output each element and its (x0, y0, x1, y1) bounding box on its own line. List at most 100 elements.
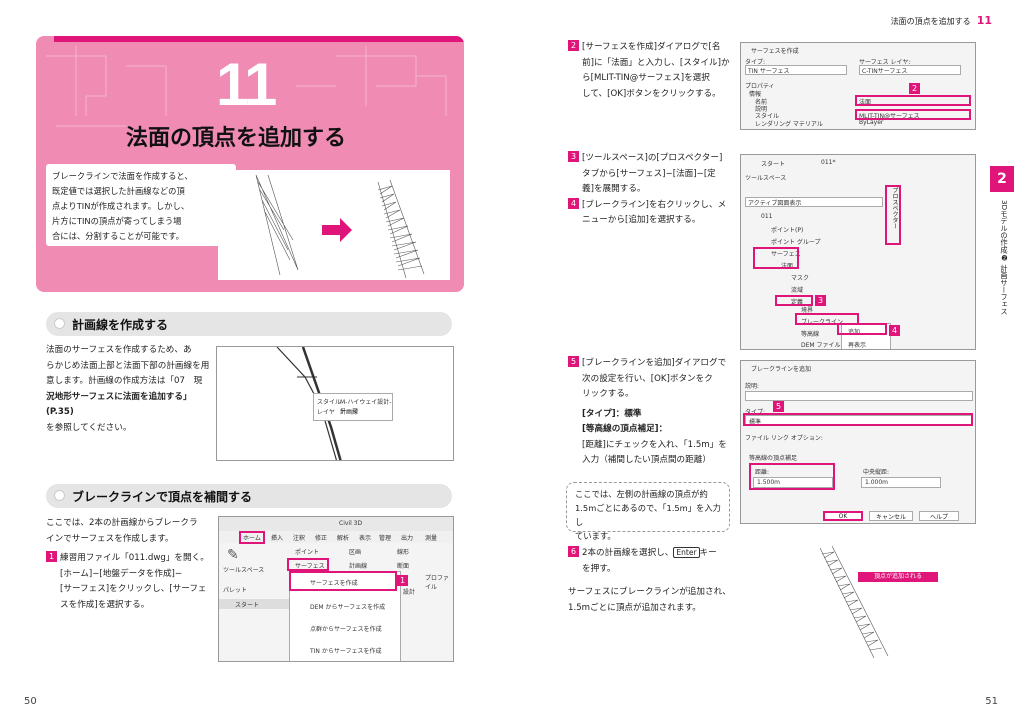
design-button[interactable]: 設計 (403, 587, 415, 596)
render-label: レンダリング マテリアル (755, 121, 823, 128)
tab-annotate[interactable]: 注釈 (293, 533, 305, 542)
point-button[interactable]: ポイント (295, 547, 319, 556)
header-number: 11 (976, 14, 992, 27)
menu-dem-surface[interactable]: DEM からサーフェスを作成 (310, 602, 385, 611)
chapter-number: 11 (216, 51, 277, 118)
alignment-button[interactable]: 線形 (397, 547, 409, 556)
menu-refresh[interactable]: 再表示 (848, 340, 866, 349)
highlight-definition (775, 295, 813, 306)
tab-analyze[interactable]: 解析 (337, 533, 349, 542)
menu-tin-surface[interactable]: TIN からサーフェスを作成 (310, 646, 381, 655)
tree-item-watershed[interactable]: 流域 (791, 285, 803, 294)
view-select[interactable]: アクティブ図面表示 (745, 197, 883, 207)
file-link-label: ファイル リンク オプション: (745, 435, 823, 442)
note-box: ここでは、左側の計画線の頂点が約 1.5mごとにあるので、「1.5m」を入力し … (566, 482, 730, 541)
detail-line: [タイプ]：標準 (582, 408, 642, 419)
detail-line: 入力（補間したい頂点間の距離） (582, 455, 711, 465)
desc-line: 片方にTINの頂点が寄ってしまう場 (52, 216, 182, 226)
step-number: 1 (46, 551, 57, 562)
popup-label: スタイル (317, 399, 342, 406)
highlight-create-surface (289, 571, 397, 591)
plan-line-screenshot: スタイル レイヤ M-ハイウェイ設計-テーマ 計画線 (216, 346, 454, 461)
layer-field[interactable]: C-TINサーフェス (859, 65, 961, 75)
highlight-surface (287, 558, 329, 571)
step-line: [サーフェス]をクリックし、[サーフェ (60, 584, 207, 594)
toolspace-button[interactable]: ツールスペース (223, 565, 264, 574)
tab-manage[interactable]: 管理 (379, 533, 391, 542)
step-line: 2本の計画線を選択し、 (582, 548, 674, 558)
section-header-plan-line: 計画線を作成する (46, 312, 452, 336)
tab-survey[interactable]: 測量 (425, 533, 437, 542)
step-line: 前]に「法面」と入力し、[スタイル]か (582, 57, 730, 68)
view-value: アクティブ図面表示 (748, 200, 802, 207)
step5: 5 [ブレークラインを追加]ダイアログで 次の設定を行い、[OK]ボタンをク リッ… (568, 356, 732, 469)
chapter-title: 法面の頂点を追加する (126, 126, 347, 151)
tab-view[interactable]: 表示 (359, 533, 371, 542)
callout-4: 4 (889, 325, 900, 336)
step-line: を押す。 (582, 563, 616, 574)
desc-line: ブレークラインで法面を作成すると、 (52, 171, 193, 181)
tab-drawing[interactable]: 011* (821, 159, 835, 166)
chapter-tab: 2 (990, 166, 1014, 192)
tree-item-dem[interactable]: DEM ファイル (801, 340, 841, 349)
type-select[interactable]: TIN サーフェス (745, 65, 847, 75)
step-line: [ブレークライン]を右クリックし、メ (582, 199, 727, 210)
dialog-title: サーフェスを作成 (751, 48, 799, 55)
create-surface-dialog: サーフェスを作成 タイプ: TIN サーフェス サーフェス レイヤ: C-TIN… (740, 42, 976, 130)
step-number: 4 (568, 197, 579, 209)
prospector-tab[interactable]: プロスペクター (885, 185, 901, 245)
help-button[interactable]: ヘルプ (919, 511, 959, 521)
render-value: ByLayer (859, 119, 884, 126)
parcel-button[interactable]: 区画 (349, 547, 361, 556)
tree-item-contours[interactable]: 等高線 (801, 329, 819, 338)
note-line: 1.5mごとにあるので、「1.5m」を入力し (575, 503, 721, 527)
section2-intro: ここでは、2本の計画線からブレークラ インでサーフェスを作成します。 (46, 516, 211, 547)
toolspace-icon[interactable]: ✎ (227, 547, 239, 563)
arrow-icon (322, 218, 352, 242)
result-line: サーフェスにブレークラインが追加され、 (568, 587, 731, 597)
panel-title: ツールスペース (745, 175, 787, 182)
highlight-name (855, 95, 971, 106)
step-line: ニューから[追加]を選択する。 (582, 215, 701, 225)
tree-item-points[interactable]: ポイント(P) (771, 225, 803, 234)
start-tab[interactable]: スタート (219, 599, 289, 609)
chapter-description: ブレークラインで法面を作成すると、 既定値では選択した計画線などの頂 点よりTI… (46, 164, 236, 246)
add-breakline-dialog: ブレークラインを追加 説明: タイプ: 標準 5 ファイル リンク オプション:… (740, 360, 976, 524)
profile-button[interactable]: プロファイル (425, 573, 453, 591)
tree-item-drawing[interactable]: 011 (761, 213, 772, 220)
section-button[interactable]: 断面 (397, 561, 409, 570)
desc-input[interactable] (745, 391, 973, 401)
tab-start[interactable]: スタート (761, 159, 785, 168)
step-line: 義]を展開する。 (582, 184, 646, 194)
tab-output[interactable]: 出力 (401, 533, 413, 542)
callout-3: 3 (815, 295, 826, 306)
step-number: 5 (568, 356, 579, 367)
tin-comparison-drawing (255, 174, 425, 279)
tab-insert[interactable]: 挿入 (271, 533, 283, 542)
running-header: 法面の頂点を追加する 11 (891, 14, 992, 27)
step-line: [サーフェスを作成]ダイアログで[名 (582, 42, 721, 52)
desc-line: 既定値では選択した計画線などの頂 (52, 186, 185, 196)
prospector-tree-screenshot: スタート 011* ツールスペース アクティブ図面表示 011 ポイント(P) … (740, 154, 976, 350)
tree-item-point-groups[interactable]: ポイント グループ (771, 237, 821, 246)
highlight-style (855, 109, 971, 120)
vertex-added-label: 頂点が追加される (858, 572, 938, 582)
highlight-type (743, 413, 973, 426)
ok-button[interactable]: OK (823, 511, 863, 521)
type-value: TIN サーフェス (748, 68, 790, 75)
contour-group-label: 等高線の頂点補足 (749, 455, 798, 462)
mid-ordinate-input[interactable]: 1.000m (861, 477, 941, 488)
header-title: 法面の頂点を追加する (890, 17, 971, 26)
menu-pointcloud-surface[interactable]: 点群からサーフェスを作成 (310, 624, 382, 633)
tree-item-mask[interactable]: マスク (791, 273, 809, 282)
page-number-left: 50 (24, 696, 37, 707)
palette-button[interactable]: パレット (223, 585, 247, 594)
tab-modify[interactable]: 修正 (315, 533, 327, 542)
highlight-distance (749, 463, 835, 490)
plan-line-button[interactable]: 計画線 (349, 561, 367, 570)
step6: 6 2本の計画線を選択し、 Enter キー を押す。 サーフェスにブレークラインが追… (568, 545, 732, 616)
cancel-button[interactable]: キャンセル (869, 511, 913, 521)
popup-label: レイヤ (317, 409, 335, 416)
note-line: ここでは、左側の計画線の頂点が約 (575, 489, 708, 499)
step-line: [ブレークラインを追加]ダイアログで (582, 358, 727, 368)
